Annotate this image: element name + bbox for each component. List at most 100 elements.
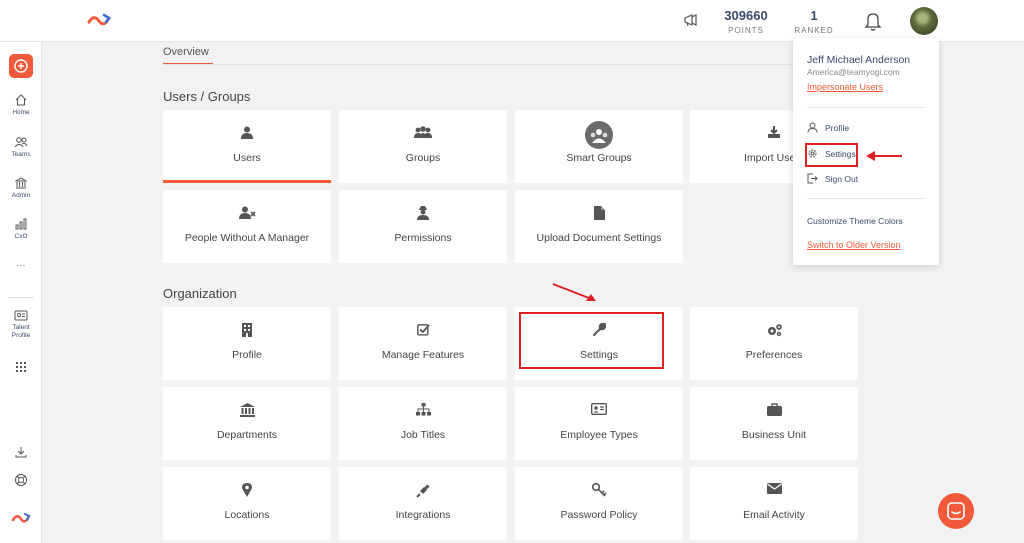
card-preferences[interactable]: Preferences	[690, 307, 858, 380]
check-square-icon	[416, 324, 430, 336]
plug-icon	[415, 484, 430, 498]
home-icon	[15, 94, 27, 106]
dropdown-label: Customize Theme Colors	[807, 216, 903, 226]
card-people-without-manager[interactable]: People Without A Manager	[163, 190, 331, 263]
impersonate-users-link[interactable]: Impersonate Users	[807, 82, 883, 92]
dropdown-label: Profile	[825, 123, 850, 133]
chat-button[interactable]	[938, 493, 974, 529]
groups-icon	[414, 126, 432, 138]
dropdown-user-name: Jeff Michael Anderson	[807, 54, 911, 66]
annotation-arrow-icon	[866, 151, 902, 161]
institution-icon	[239, 403, 255, 417]
rail-label-talent: Talent	[12, 324, 30, 331]
card-label: Profile	[232, 349, 262, 361]
user-outline-icon	[807, 122, 818, 133]
rail-item-logo[interactable]	[0, 510, 42, 526]
dropdown-divider	[807, 198, 925, 199]
rail-label-profile: Profile	[11, 332, 31, 339]
rail-label-teams: Teams	[11, 151, 31, 158]
rail-item-home[interactable]: Home	[0, 94, 42, 117]
user-secret-icon	[417, 206, 429, 220]
apps-grid-icon	[16, 362, 26, 372]
card-label: Job Titles	[400, 429, 446, 441]
card-manage-features[interactable]: Manage Features	[339, 307, 507, 380]
tab-divider	[163, 64, 858, 65]
dropdown-divider	[807, 107, 925, 108]
ranked-label: RANKED	[794, 26, 834, 35]
card-label: People Without A Manager	[184, 232, 310, 244]
rail-item-apps[interactable]	[0, 362, 42, 372]
id-card-icon	[591, 403, 607, 415]
create-button[interactable]	[9, 54, 33, 78]
card-import-users[interactable]: Import Users	[690, 110, 793, 183]
card-permissions[interactable]: Permissions	[339, 190, 507, 263]
download-icon	[15, 447, 27, 458]
logo-icon[interactable]	[86, 9, 112, 31]
points-stat[interactable]: 309660 POINTS	[722, 8, 770, 35]
card-job-titles[interactable]: Job Titles	[339, 387, 507, 460]
chat-icon	[947, 502, 965, 520]
card-label: Email Activity	[743, 509, 805, 521]
switch-older-version-link[interactable]: Switch to Older Version	[807, 240, 901, 250]
rail-item-talent-profile[interactable]: Talent Profile	[0, 310, 42, 340]
card-departments[interactable]: Departments	[163, 387, 331, 460]
rail-item-admin[interactable]: Admin	[0, 177, 42, 200]
card-label: Groups	[405, 152, 441, 164]
card-profile[interactable]: Profile	[163, 307, 331, 380]
rail-item-cxo[interactable]: CxO	[0, 218, 42, 241]
annotation-highlight-settings-card	[519, 312, 664, 369]
card-integrations[interactable]: Integrations	[339, 467, 507, 540]
section-title-users-groups: Users / Groups	[163, 89, 251, 104]
card-label: Locations	[224, 509, 270, 521]
left-rail: Home Teams Admin CxO ··· Talent Profile	[0, 42, 42, 543]
megaphone-icon[interactable]	[683, 12, 699, 28]
card-users[interactable]: Users	[163, 110, 331, 183]
dropdown-label: Sign Out	[825, 174, 859, 184]
card-label: Smart Groups	[566, 152, 632, 164]
rail-label-home: Home	[12, 109, 30, 116]
ranked-stat[interactable]: 1 RANKED	[792, 8, 836, 35]
ranked-value: 1	[810, 8, 818, 23]
dropdown-user-email: America@teamyogi.com	[807, 67, 900, 77]
card-label: Employee Types	[560, 429, 638, 441]
card-employee-types[interactable]: Employee Types	[515, 387, 683, 460]
rail-label-cxo: CxO	[14, 233, 28, 240]
points-value: 309660	[724, 8, 768, 23]
envelope-icon	[766, 483, 782, 494]
card-label: Business Unit	[741, 429, 807, 441]
annotation-highlight-settings-menu	[805, 143, 858, 167]
card-label: Users	[233, 152, 261, 164]
section-title-organization: Organization	[163, 286, 237, 301]
building-icon	[242, 323, 252, 337]
talent-profile-icon	[14, 310, 28, 321]
rail-item-download[interactable]	[0, 446, 42, 458]
key-icon	[591, 483, 607, 497]
annotation-arrow-icon	[552, 283, 596, 301]
card-password-policy[interactable]: Password Policy	[515, 467, 683, 540]
card-upload-document-settings[interactable]: Upload Document Settings	[515, 190, 683, 263]
card-groups[interactable]: Groups	[339, 110, 507, 183]
cogs-icon	[767, 324, 782, 337]
rail-divider	[8, 297, 34, 298]
teams-icon	[14, 137, 28, 148]
avatar[interactable]	[910, 7, 938, 35]
rail-label-admin: Admin	[11, 192, 31, 199]
rail-item-teams[interactable]: Teams	[0, 136, 42, 159]
card-label: Upload Document Settings	[536, 232, 662, 244]
map-marker-icon	[242, 483, 252, 497]
tab-overview[interactable]: Overview	[163, 46, 213, 65]
sign-out-icon	[807, 173, 818, 184]
card-email-activity[interactable]: Email Activity	[690, 467, 858, 540]
cxo-icon	[15, 218, 27, 230]
bell-icon[interactable]	[864, 11, 882, 31]
card-business-unit[interactable]: Business Unit	[690, 387, 858, 460]
smart-groups-icon	[585, 121, 613, 149]
card-label: Integrations	[395, 509, 451, 521]
card-locations[interactable]: Locations	[163, 467, 331, 540]
points-label: POINTS	[728, 26, 764, 35]
card-label: Preferences	[745, 349, 803, 361]
rail-item-more[interactable]: ···	[0, 258, 42, 270]
briefcase-icon	[766, 403, 782, 416]
rail-item-support[interactable]	[0, 473, 42, 487]
card-smart-groups[interactable]: Smart Groups	[515, 110, 683, 183]
